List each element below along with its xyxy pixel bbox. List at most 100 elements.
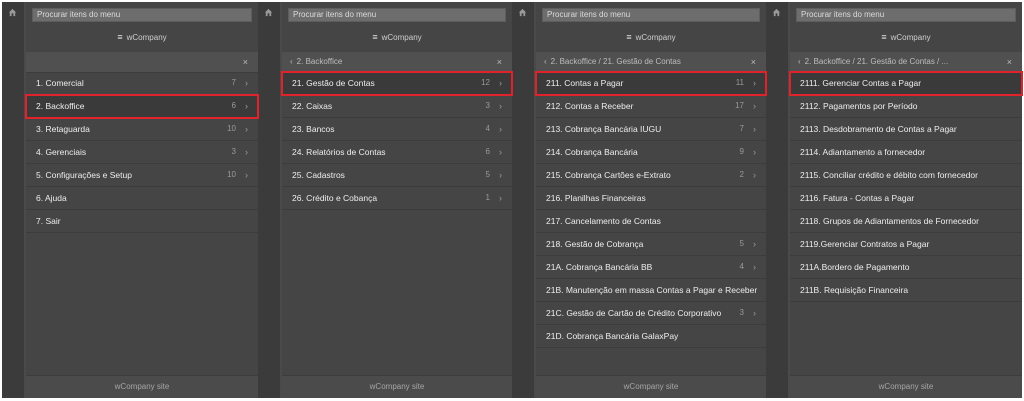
close-icon[interactable]: × bbox=[751, 52, 756, 72]
menu-item[interactable]: 211B. Requisição Financeira bbox=[790, 279, 1022, 302]
menu-item[interactable]: 21C. Gestão de Cartão de Crédito Corpora… bbox=[536, 302, 766, 325]
search-input[interactable]: Procurar itens do menu bbox=[542, 8, 760, 22]
chevron-right-icon: › bbox=[499, 147, 502, 157]
breadcrumb[interactable]: ‹ 2. Backoffice / 21. Gestão de Contas / … bbox=[790, 52, 1022, 73]
menu-item-label: 7. Sair bbox=[36, 216, 61, 226]
side-strip bbox=[766, 2, 788, 398]
item-count: 9 bbox=[739, 147, 744, 156]
chevron-right-icon: › bbox=[753, 170, 756, 180]
chevron-right-icon: › bbox=[245, 147, 248, 157]
chevron-right-icon: › bbox=[753, 308, 756, 318]
menu-item[interactable]: 6. Ajuda bbox=[26, 187, 258, 210]
menu-item-label: 1. Comercial bbox=[36, 78, 84, 88]
menu-item[interactable]: 218. Gestão de Cobrança 5 › bbox=[536, 233, 766, 256]
menu-item-label: 6. Ajuda bbox=[36, 193, 67, 203]
hamburger-icon[interactable]: ≡ bbox=[626, 30, 631, 44]
menu-list: 211. Contas a Pagar 11 › 212. Contas a Rec… bbox=[535, 71, 767, 348]
menu-item[interactable]: 214. Cobrança Bancária 9 › bbox=[536, 141, 766, 164]
menu-item-label: 2111. Gerenciar Contas a Pagar bbox=[800, 78, 922, 88]
menu-item[interactable]: 2112. Pagamentos por Período bbox=[790, 95, 1022, 118]
menu-item[interactable]: 24. Relatórios de Contas 6 › bbox=[282, 141, 512, 164]
menu-item-label: 212. Contas a Receber bbox=[546, 101, 634, 111]
menu-item[interactable]: 23. Bancos 4 › bbox=[282, 118, 512, 141]
hamburger-icon[interactable]: ≡ bbox=[372, 30, 377, 44]
chevron-left-icon[interactable]: ‹ bbox=[290, 52, 293, 72]
hamburger-icon[interactable]: ≡ bbox=[881, 30, 886, 44]
menu-item[interactable]: 1. Comercial 7 › bbox=[26, 72, 258, 95]
menu-item[interactable]: 2118. Grupos de Adiantamentos de Fornece… bbox=[790, 210, 1022, 233]
menu-item-selected[interactable]: 2. Backoffice 6 › bbox=[25, 94, 259, 119]
menu-item-label: 214. Cobrança Bancária bbox=[546, 147, 638, 157]
brand-bar: ≡ wCompany bbox=[26, 30, 258, 44]
menu-item-selected[interactable]: 211. Contas a Pagar 11 › bbox=[535, 71, 767, 96]
menu-item-label: 215. Cobrança Cartões e-Extrato bbox=[546, 170, 671, 180]
menu-item[interactable]: 2114. Adiantamento a fornecedor bbox=[790, 141, 1022, 164]
breadcrumb: × bbox=[26, 52, 258, 73]
menu-item-label: 2. Backoffice bbox=[36, 101, 85, 111]
menu-item-label: 211B. Requisição Financeira bbox=[800, 285, 909, 295]
search-input[interactable]: Procurar itens do menu bbox=[796, 8, 1016, 22]
menu-item[interactable]: 26. Crédito e Cobança 1 › bbox=[282, 187, 512, 210]
menu-item-label: 211. Contas a Pagar bbox=[546, 78, 624, 88]
menu-list: 1. Comercial 7 › 2. Backoffice 6 › 3. Retagu… bbox=[25, 72, 259, 233]
footer-link[interactable]: wCompany site bbox=[790, 375, 1022, 398]
menu-item[interactable]: 3. Retaguarda 10 › bbox=[26, 118, 258, 141]
brand-label: wCompany bbox=[381, 33, 422, 42]
footer-link[interactable]: wCompany site bbox=[282, 375, 512, 398]
menu-item[interactable]: 213. Cobrança Bancária IUGU 7 › bbox=[536, 118, 766, 141]
close-icon[interactable]: × bbox=[243, 52, 248, 72]
home-icon[interactable] bbox=[264, 8, 273, 17]
close-icon[interactable]: × bbox=[1007, 52, 1012, 72]
side-strip bbox=[512, 2, 534, 398]
menu-item[interactable]: 21B. Manutenção em massa Contas a Pagar … bbox=[536, 279, 766, 302]
menu-item[interactable]: 21A. Cobrança Bancária BB 4 › bbox=[536, 256, 766, 279]
brand-bar: ≡ wCompany bbox=[282, 30, 512, 44]
menu-item-label: 21. Gestão de Contas bbox=[292, 78, 375, 88]
home-icon[interactable] bbox=[772, 8, 781, 17]
menu-list: 21. Gestão de Contas 12 › 22. Caixas 3 › 23.… bbox=[281, 71, 513, 210]
menu-item-label: 26. Crédito e Cobança bbox=[292, 193, 378, 203]
menu-item[interactable]: 5. Configurações e Setup 10 › bbox=[26, 164, 258, 187]
menu-item[interactable]: 25. Cadastros 5 › bbox=[282, 164, 512, 187]
menu-item[interactable]: 2115. Conciliar crédito e débito com for… bbox=[790, 164, 1022, 187]
menu-item-label: 5. Configurações e Setup bbox=[36, 170, 132, 180]
menu-item[interactable]: 212. Contas a Receber 17 › bbox=[536, 95, 766, 118]
search-input[interactable]: Procurar itens do menu bbox=[288, 8, 506, 22]
menu-item[interactable]: 216. Planilhas Financeiras bbox=[536, 187, 766, 210]
menu-item[interactable]: 7. Sair bbox=[26, 210, 258, 233]
home-icon[interactable] bbox=[8, 8, 17, 17]
breadcrumb[interactable]: ‹ 2. Backoffice × bbox=[282, 52, 512, 73]
home-icon[interactable] bbox=[518, 8, 527, 17]
chevron-right-icon: › bbox=[499, 101, 502, 111]
chevron-right-icon: › bbox=[753, 239, 756, 249]
chevron-left-icon[interactable]: ‹ bbox=[544, 52, 547, 72]
breadcrumb[interactable]: ‹ 2. Backoffice / 21. Gestão de Contas × bbox=[536, 52, 766, 73]
search-input[interactable]: Procurar itens do menu bbox=[32, 8, 252, 22]
chevron-right-icon: › bbox=[245, 78, 248, 88]
menu-item-selected[interactable]: 21. Gestão de Contas 12 › bbox=[281, 71, 513, 96]
menu-item[interactable]: 211A.Bordero de Pagamento bbox=[790, 256, 1022, 279]
footer-link[interactable]: wCompany site bbox=[536, 375, 766, 398]
item-count: 4 bbox=[739, 262, 744, 271]
menu-item-selected[interactable]: 2111. Gerenciar Contas a Pagar bbox=[789, 71, 1023, 96]
menu-item[interactable]: 2116. Fatura - Contas a Pagar bbox=[790, 187, 1022, 210]
footer-link[interactable]: wCompany site bbox=[26, 375, 258, 398]
close-icon[interactable]: × bbox=[497, 52, 502, 72]
hamburger-icon[interactable]: ≡ bbox=[117, 30, 122, 44]
menu-item[interactable]: 4. Gerenciais 3 › bbox=[26, 141, 258, 164]
menu-item-label: 21A. Cobrança Bancária BB bbox=[546, 262, 653, 272]
menu-item[interactable]: 2113. Desdobramento de Contas a Pagar bbox=[790, 118, 1022, 141]
chevron-right-icon: › bbox=[499, 193, 502, 203]
menu-item[interactable]: 2119.Gerenciar Contratos a Pagar bbox=[790, 233, 1022, 256]
menu-item[interactable]: 215. Cobrança Cartões e-Extrato 2 › bbox=[536, 164, 766, 187]
menu-item-label: 2118. Grupos de Adiantamentos de Fornece… bbox=[800, 216, 979, 226]
menu-item-label: 2113. Desdobramento de Contas a Pagar bbox=[800, 124, 957, 134]
item-count: 6 bbox=[231, 101, 236, 110]
menu-item[interactable]: 21D. Cobrança Bancária GalaxPay bbox=[536, 325, 766, 348]
menu-item[interactable]: 217. Cancelamento de Contas bbox=[536, 210, 766, 233]
menu-item[interactable]: 22. Caixas 3 › bbox=[282, 95, 512, 118]
item-count: 2 bbox=[739, 170, 744, 179]
chevron-right-icon: › bbox=[499, 124, 502, 134]
chevron-left-icon[interactable]: ‹ bbox=[798, 52, 801, 72]
item-count: 1 bbox=[485, 193, 490, 202]
